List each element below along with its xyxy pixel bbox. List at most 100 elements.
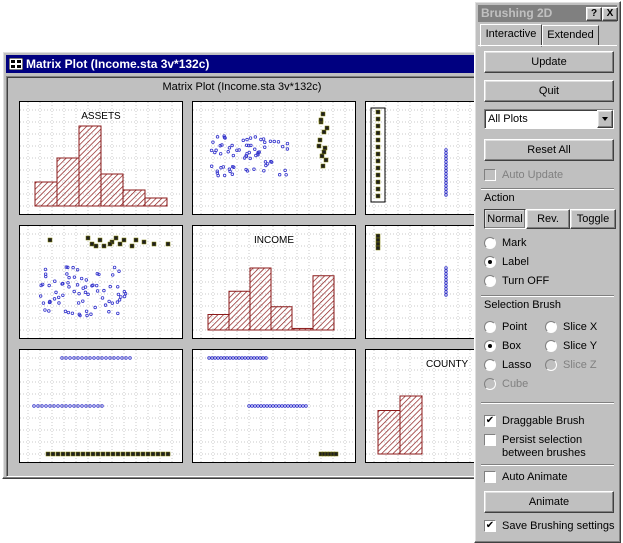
scatter-point[interactable] xyxy=(67,285,71,289)
brushed-point[interactable] xyxy=(375,116,381,122)
action-toggle-button[interactable]: Toggle xyxy=(570,209,616,229)
brushed-point[interactable] xyxy=(375,233,381,239)
scatter-point[interactable] xyxy=(77,291,81,296)
brush-radio-slice-y[interactable]: Slice Y xyxy=(545,340,597,353)
scatter-point[interactable] xyxy=(289,404,293,408)
histogram-bar[interactable] xyxy=(399,395,423,455)
scatter-point[interactable] xyxy=(211,140,215,144)
action-radio-mark[interactable]: Mark xyxy=(484,237,526,250)
scatter-point[interactable] xyxy=(283,404,287,408)
histogram-bar[interactable] xyxy=(377,410,401,455)
scatter-point[interactable] xyxy=(216,173,220,178)
brushed-point[interactable] xyxy=(135,451,141,457)
histogram-bar[interactable] xyxy=(34,181,58,207)
histogram-bar[interactable] xyxy=(207,314,230,331)
scatter-point[interactable] xyxy=(122,290,127,294)
brushed-point[interactable] xyxy=(107,241,113,247)
brushed-point[interactable] xyxy=(324,125,330,131)
action-normal-button[interactable]: Normal xyxy=(484,209,526,229)
scatter-point[interactable] xyxy=(81,286,85,290)
brush-radio-slice-x[interactable]: Slice X xyxy=(545,321,597,334)
scatter-point[interactable] xyxy=(268,404,272,408)
scatter-point[interactable] xyxy=(253,135,258,139)
brushed-point[interactable] xyxy=(45,451,51,457)
scatter-point[interactable] xyxy=(84,278,89,282)
brushed-point[interactable] xyxy=(75,451,81,457)
brushed-point[interactable] xyxy=(375,151,381,157)
scatter-point[interactable] xyxy=(263,145,267,149)
scatter-point[interactable] xyxy=(248,136,253,140)
scatter-point[interactable] xyxy=(262,404,266,408)
brushed-point[interactable] xyxy=(316,143,322,149)
scatter-point[interactable] xyxy=(220,143,224,147)
brushed-point[interactable] xyxy=(317,137,323,143)
brushed-point[interactable] xyxy=(151,241,157,247)
scatter-point[interactable] xyxy=(274,404,278,408)
brushed-point[interactable] xyxy=(320,111,326,117)
scatter-point[interactable] xyxy=(68,404,72,408)
brushed-point[interactable] xyxy=(375,144,381,150)
scatter-point[interactable] xyxy=(110,301,115,305)
scatter-point[interactable] xyxy=(262,169,266,173)
scatter-point[interactable] xyxy=(209,148,214,153)
scatter-point[interactable] xyxy=(72,289,76,294)
scatter-point[interactable] xyxy=(277,173,282,177)
brushed-point[interactable] xyxy=(375,165,381,171)
scatter-point[interactable] xyxy=(71,265,75,270)
cell-income-histogram[interactable]: INCOME xyxy=(192,225,356,339)
scatter-point[interactable] xyxy=(277,404,281,408)
close-button[interactable]: X xyxy=(602,7,618,21)
histogram-bar[interactable] xyxy=(56,157,80,207)
cell-county-income-scatter[interactable] xyxy=(192,349,356,463)
scatter-point[interactable] xyxy=(75,283,80,287)
brushed-point[interactable] xyxy=(47,237,53,243)
scatter-point[interactable] xyxy=(107,299,111,304)
histogram-bar[interactable] xyxy=(291,327,314,331)
scatter-point[interactable] xyxy=(259,137,263,142)
scatter-point[interactable] xyxy=(56,404,60,408)
matrix-window-titlebar[interactable]: Matrix Plot (Income.sta 3v*132c) xyxy=(6,55,478,73)
auto-update-checkbox[interactable]: Auto Update xyxy=(484,169,563,182)
histogram-bar[interactable] xyxy=(312,275,335,331)
brushed-point[interactable] xyxy=(333,451,339,457)
scatter-point[interactable] xyxy=(93,305,97,310)
brush-radio-box[interactable]: Box xyxy=(484,340,521,353)
scatter-point[interactable] xyxy=(292,404,296,408)
cell-assets-income-scatter[interactable] xyxy=(192,101,356,215)
scatter-point[interactable] xyxy=(256,404,260,408)
cell-assets-histogram[interactable]: ASSETS xyxy=(19,101,183,215)
scatter-point[interactable] xyxy=(67,275,71,280)
scatter-point[interactable] xyxy=(271,404,275,408)
brushed-point[interactable] xyxy=(323,157,329,163)
scatter-point[interactable] xyxy=(284,173,288,177)
scatter-point[interactable] xyxy=(107,310,111,314)
scatter-point[interactable] xyxy=(111,273,115,277)
scatter-point[interactable] xyxy=(61,281,65,286)
scatter-point[interactable] xyxy=(95,289,100,293)
brushed-point[interactable] xyxy=(375,158,381,164)
cell-county-assets-scatter[interactable] xyxy=(19,349,183,463)
brushed-point[interactable] xyxy=(165,451,171,457)
scatter-point[interactable] xyxy=(54,290,58,295)
scatter-point[interactable] xyxy=(214,148,218,152)
scatter-point[interactable] xyxy=(56,295,61,300)
scatter-point[interactable] xyxy=(250,404,254,408)
brushed-point[interactable] xyxy=(141,239,147,245)
scatter-point[interactable] xyxy=(246,143,251,148)
scatter-point[interactable] xyxy=(44,274,48,279)
brushed-point[interactable] xyxy=(85,235,91,241)
scatter-point[interactable] xyxy=(66,310,71,315)
scatter-point[interactable] xyxy=(100,296,105,300)
scatter-point[interactable] xyxy=(83,290,88,295)
brushed-point[interactable] xyxy=(110,451,116,457)
brushed-point[interactable] xyxy=(133,237,139,243)
histogram-bar[interactable] xyxy=(100,173,124,207)
scatter-point[interactable] xyxy=(265,162,270,166)
histogram-bar[interactable] xyxy=(78,125,102,207)
brush-radio-slice-z[interactable]: Slice Z xyxy=(545,359,597,372)
scatter-point[interactable] xyxy=(128,356,132,360)
brushed-point[interactable] xyxy=(65,451,71,457)
brushed-point[interactable] xyxy=(319,153,325,159)
brushed-point[interactable] xyxy=(375,179,381,185)
brushed-point[interactable] xyxy=(160,451,166,457)
